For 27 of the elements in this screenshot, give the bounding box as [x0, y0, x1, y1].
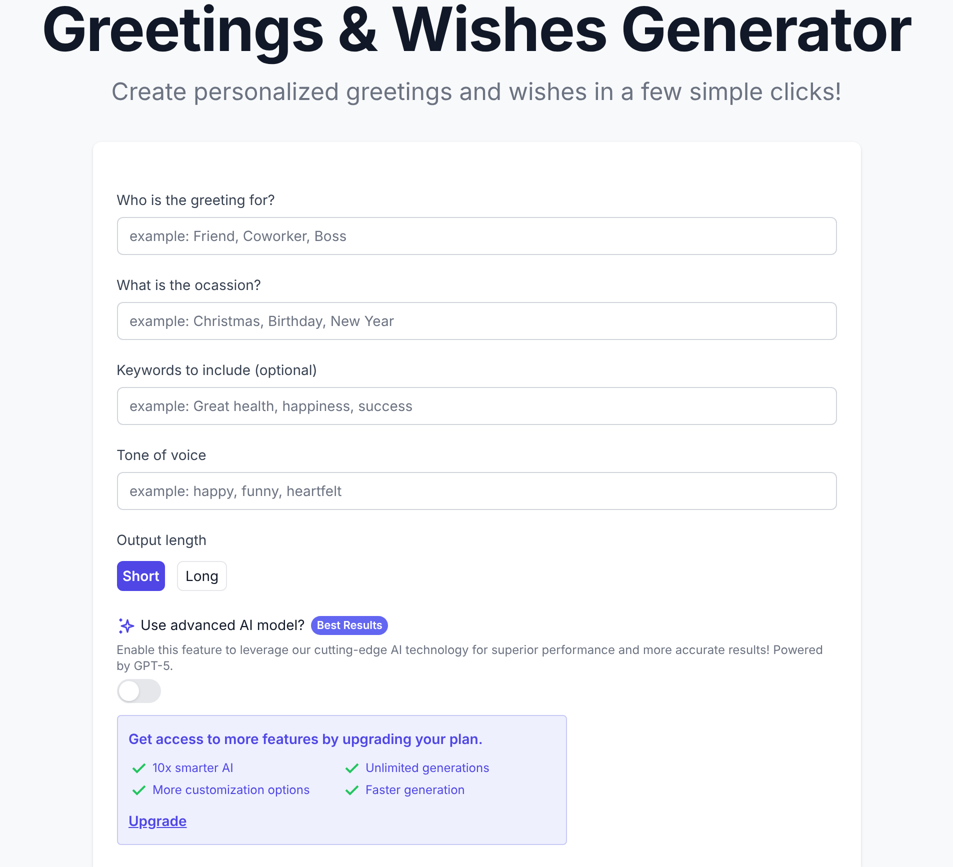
- sparkle-icon: [116, 616, 134, 634]
- length-option[interactable]: Long: [177, 561, 227, 591]
- advanced-description: Enable this feature to leverage our cutting-edge AI technology for superior performance and more accurate results! Powered by GPT-5.: [116, 642, 824, 674]
- best-results-badge: Best Results: [310, 616, 388, 635]
- feature-text: 10x smarter AI: [152, 759, 234, 777]
- feature-text: More customization options: [152, 781, 310, 799]
- field-label: Keywords to include (optional): [116, 361, 318, 381]
- check-icon: [344, 762, 358, 774]
- check-icon: [132, 762, 146, 774]
- check-icon: [344, 784, 358, 796]
- text-field[interactable]: example: Christmas, Birthday, New Year: [116, 302, 836, 340]
- feature-text: Unlimited generations: [366, 759, 490, 777]
- field-label: Output length: [116, 531, 208, 551]
- field-label: What is the ocassion?: [116, 276, 262, 296]
- upgrade-link[interactable]: Upgrade: [128, 811, 187, 832]
- text-field[interactable]: example: happy, funny, heartfelt: [116, 472, 836, 510]
- advanced-toggle[interactable]: [116, 679, 160, 703]
- upgrade-heading: Get access to more features by upgrading your plan.: [128, 730, 484, 750]
- page-subtitle: Create personalized greetings and wishes in a few simple clicks!: [111, 76, 842, 108]
- length-option[interactable]: Short: [116, 561, 166, 591]
- check-icon: [132, 784, 146, 796]
- text-field[interactable]: example: Friend, Coworker, Boss: [116, 217, 836, 255]
- text-field[interactable]: example: Great health, happiness, success: [116, 387, 836, 425]
- advanced-model-label: Use advanced AI model?: [140, 616, 305, 636]
- feature-text: Faster generation: [366, 781, 465, 799]
- field-label: Who is the greeting for?: [116, 191, 276, 211]
- field-label: Tone of voice: [116, 446, 208, 466]
